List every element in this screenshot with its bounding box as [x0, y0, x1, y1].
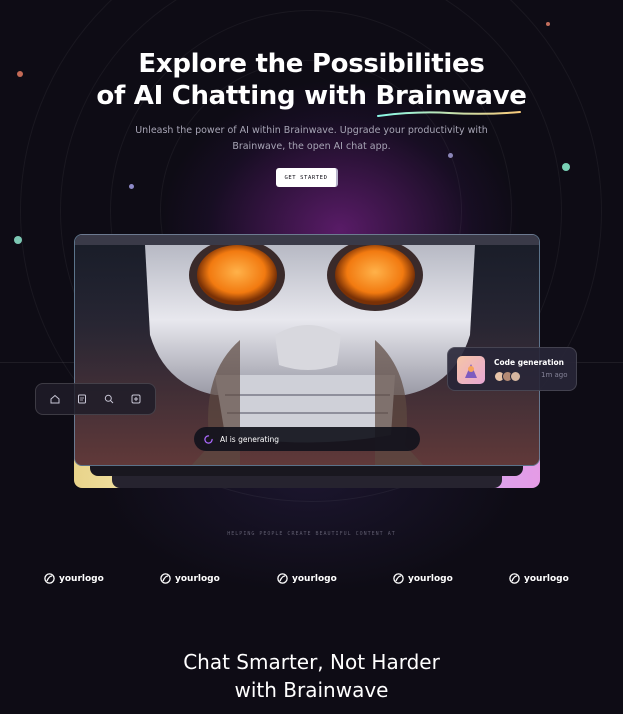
preview-toolbar: [35, 383, 156, 415]
get-started-button[interactable]: GET STARTED: [276, 168, 338, 187]
card-title: Code generation: [494, 358, 565, 367]
features-heading-line2: with Brainwave: [234, 678, 389, 702]
document-button[interactable]: [73, 390, 91, 408]
logo-mark-icon: [393, 573, 404, 584]
logo-text: yourlogo: [175, 573, 220, 584]
brand-underline-icon: [376, 111, 521, 117]
partner-logo: yourlogo: [160, 573, 220, 584]
card-timestamp: 1m ago: [541, 371, 568, 379]
logo-text: yourlogo: [408, 573, 453, 584]
hero-title: Explore the Possibilities of AI Chatting…: [0, 48, 623, 117]
card-avatars: [494, 371, 521, 382]
partner-logo: yourlogo: [393, 573, 453, 584]
generating-text: AI is generating: [220, 434, 280, 444]
logo-mark-icon: [509, 573, 520, 584]
document-icon: [78, 394, 87, 404]
avatar: [510, 371, 521, 382]
logo-text: yourlogo: [524, 573, 569, 584]
logos-caption: HELPING PEOPLE CREATE BEAUTIFUL CONTENT …: [227, 531, 396, 537]
hero-title-line1: Explore the Possibilities: [138, 49, 485, 79]
logo-mark-icon: [44, 573, 55, 584]
home-button[interactable]: [46, 390, 64, 408]
logo-mark-icon: [160, 573, 171, 584]
logo-text: yourlogo: [292, 573, 337, 584]
notification-card[interactable]: Code generation 1m ago: [447, 347, 577, 391]
decor-dot: [14, 236, 22, 244]
logo-mark-icon: [277, 573, 288, 584]
add-button[interactable]: [127, 390, 145, 408]
logo-text: yourlogo: [59, 573, 104, 584]
search-button[interactable]: [100, 390, 118, 408]
logo-strip: yourlogo yourlogo yourlogo yourlogo your…: [0, 573, 623, 591]
brand-name: Brainwave: [375, 81, 527, 111]
card-thumbnail: [457, 356, 485, 384]
hero-title-prefix: of AI Chatting with: [96, 81, 367, 111]
partner-logo: yourlogo: [509, 573, 569, 584]
hero-title-line2: of AI Chatting with Brainwave: [0, 80, 623, 117]
features-heading-line1: Chat Smarter, Not Harder: [183, 650, 440, 674]
features-heading: Chat Smarter, Not Harder with Brainwave: [0, 648, 623, 704]
decor-dot: [562, 163, 570, 171]
search-icon: [104, 394, 114, 404]
partner-logo: yourlogo: [44, 573, 104, 584]
decor-dot: [129, 184, 134, 189]
hero-subtitle: Unleash the power of AI within Brainwave…: [135, 125, 488, 152]
preview-titlebar: [75, 235, 539, 245]
decor-dot: [546, 22, 550, 26]
partner-logo: yourlogo: [277, 573, 337, 584]
ai-generating-indicator: AI is generating: [194, 427, 420, 451]
illustration-icon: [465, 364, 477, 378]
loading-spinner-icon: [204, 434, 213, 444]
add-square-icon: [131, 394, 141, 404]
home-icon: [50, 394, 60, 404]
hero-title-brand: Brainwave: [375, 80, 527, 117]
